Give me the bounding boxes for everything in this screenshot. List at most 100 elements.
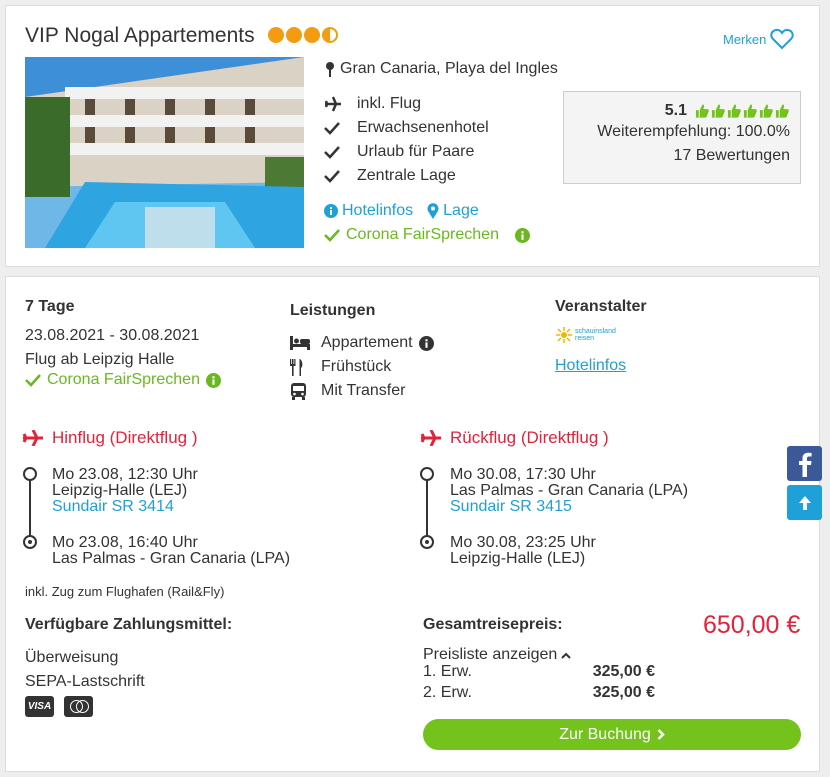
info-icon[interactable] (418, 335, 434, 351)
facebook-icon (798, 452, 812, 477)
book-button-label: Zur Buchung (559, 725, 651, 743)
check-icon (324, 122, 340, 135)
check-icon (324, 170, 340, 183)
offer-corona-fairsprechen[interactable]: Corona FairSprechen (25, 371, 221, 389)
service-item: Appartement (290, 334, 434, 352)
feature-item: inkl. Flug (324, 92, 489, 116)
hotel-links: Hotelinfos Lage (324, 202, 479, 220)
hotel-pool-image (25, 57, 304, 248)
hotel-name[interactable]: VIP Nogal Appartements (25, 24, 255, 48)
service-item: Frühstück (290, 358, 391, 376)
star-icon (304, 27, 320, 43)
price-row: 2. Erw. 325,00 € (423, 684, 655, 702)
flight-carrier: Sundair SR 3414 (52, 498, 174, 515)
plane-icon (22, 430, 43, 446)
return-arrival: Mo 30.08, 23:25 Uhr Leipzig-Halle (LEJ) (450, 535, 596, 567)
pricelist-toggle[interactable]: Preisliste anzeigen (423, 646, 572, 664)
price-row-amount: 325,00 € (592, 684, 655, 701)
star-icon (268, 27, 284, 43)
payment-method: Überweisung (25, 649, 119, 666)
outbound-arrival: Mo 23.08, 16:40 Uhr Las Palmas - Gran Ca… (52, 535, 290, 567)
arrival-time: Mo 23.08, 16:40 Uhr (52, 534, 198, 551)
offer-card: 7 Tage 23.08.2021 - 30.08.2021 Flug ab L… (5, 276, 820, 772)
feature-list: inkl. Flug Erwachsenenhotel Urlaub für P… (324, 92, 489, 188)
rating-thumbs (695, 103, 790, 119)
review-count[interactable]: 17 Bewertungen (564, 144, 790, 168)
heart-icon (770, 28, 795, 50)
feature-label: Erwachsenenhotel (357, 119, 489, 136)
corona-fairsprechen[interactable]: Corona FairSprechen (324, 226, 530, 244)
location-text: Gran Canaria, Playa del Ingles (340, 60, 558, 77)
outbound-flight-heading: Hinflug (Direktflug ) (22, 428, 198, 448)
return-title: Rückflug (Direktflug ) (450, 428, 609, 447)
chevron-right-icon (657, 729, 665, 740)
trip-duration: 7 Tage (25, 298, 75, 315)
bus-icon (291, 382, 306, 400)
price-row-label: 1. Erw. (423, 663, 472, 680)
hotel-location: Gran Canaria, Playa del Ingles (324, 60, 558, 78)
bed-icon (290, 336, 310, 350)
outbound-departure: Mo 23.08, 12:30 Uhr Leipzig-Halle (LEJ) … (52, 467, 198, 515)
trip-dates: 23.08.2021 - 30.08.2021 (25, 327, 200, 344)
service-label: Mit Transfer (321, 382, 406, 399)
price-row-label: 2. Erw. (423, 684, 472, 701)
outbound-title: Hinflug (Direktflug ) (52, 428, 198, 447)
operator-heading: Veranstalter (555, 298, 647, 315)
rating-score-row: 5.1 (564, 102, 790, 120)
feature-label: inkl. Flug (357, 95, 422, 112)
facebook-share-button[interactable] (787, 446, 822, 481)
arrival-time: Mo 30.08, 23:25 Uhr (450, 534, 596, 551)
arrow-up-icon (798, 495, 811, 510)
hotel-photo[interactable] (25, 57, 304, 248)
service-label: Appartement (321, 334, 413, 351)
info-icon[interactable] (205, 372, 221, 388)
thumb-up-icon (695, 104, 709, 118)
rating-box[interactable]: 5.1 Weiterempfehlung: 100.0% 17 Bewertun… (563, 91, 801, 184)
feature-item: Zentrale Lage (324, 164, 489, 188)
hotel-card: VIP Nogal Appartements Merken Gran Canar… (5, 5, 820, 267)
thumb-up-icon (759, 104, 773, 118)
payment-heading: Verfügbare Zahlungsmittel: (25, 616, 233, 633)
departure-time: Mo 23.08, 12:30 Uhr (52, 466, 198, 483)
service-item: Mit Transfer (290, 382, 405, 400)
info-icon[interactable] (514, 227, 530, 243)
recommendation-rate: Weiterempfehlung: 100.0% (597, 123, 790, 140)
pricelist-toggle-label: Preisliste anzeigen (423, 646, 558, 663)
departure-airport: Flug ab Leipzig Halle (25, 351, 175, 368)
book-button[interactable]: Zur Buchung (423, 719, 801, 750)
arrival-dot (420, 535, 434, 549)
feature-item: Erwachsenenhotel (324, 116, 489, 140)
service-label: Frühstück (321, 358, 392, 375)
price-row: 1. Erw. 325,00 € (423, 663, 655, 681)
card-icons: VISA (25, 696, 93, 717)
merken-button[interactable]: Merken (723, 28, 795, 50)
chevron-up-icon (561, 652, 572, 659)
operator-logo-line: schauinsland (575, 328, 616, 335)
map-marker-icon (427, 203, 439, 219)
check-icon (25, 374, 41, 387)
services-heading: Leistungen (290, 302, 376, 319)
plane-icon (420, 430, 441, 446)
lage-label: Lage (443, 202, 479, 219)
operator-logo-line: reisen (575, 335, 595, 342)
cutlery-icon (290, 358, 303, 376)
arrival-airport: Las Palmas - Gran Canaria (LPA) (52, 550, 291, 567)
visa-icon: VISA (25, 696, 54, 717)
corona-label: Corona FairSprechen (47, 371, 200, 388)
corona-label: Corona FairSprechen (346, 226, 499, 243)
departure-dot (420, 467, 434, 481)
operator-logo: schauinsland reisen (556, 327, 616, 343)
scroll-to-top-button[interactable] (787, 485, 822, 520)
thumb-up-icon (743, 104, 757, 118)
hotel-stars (268, 27, 338, 43)
check-icon (324, 229, 340, 242)
half-star-icon (322, 27, 338, 43)
payment-method: SEPA-Lastschrift (25, 673, 145, 690)
hotelinfos-link[interactable]: Hotelinfos (324, 202, 413, 220)
return-departure: Mo 30.08, 17:30 Uhr Las Palmas - Gran Ca… (450, 467, 688, 515)
mastercard-icon (64, 696, 93, 717)
lage-link[interactable]: Lage (427, 202, 479, 220)
thumb-up-icon (727, 104, 741, 118)
sun-logo-icon (556, 327, 572, 343)
operator-hotelinfos-link[interactable]: Hotelinfos (555, 357, 626, 375)
